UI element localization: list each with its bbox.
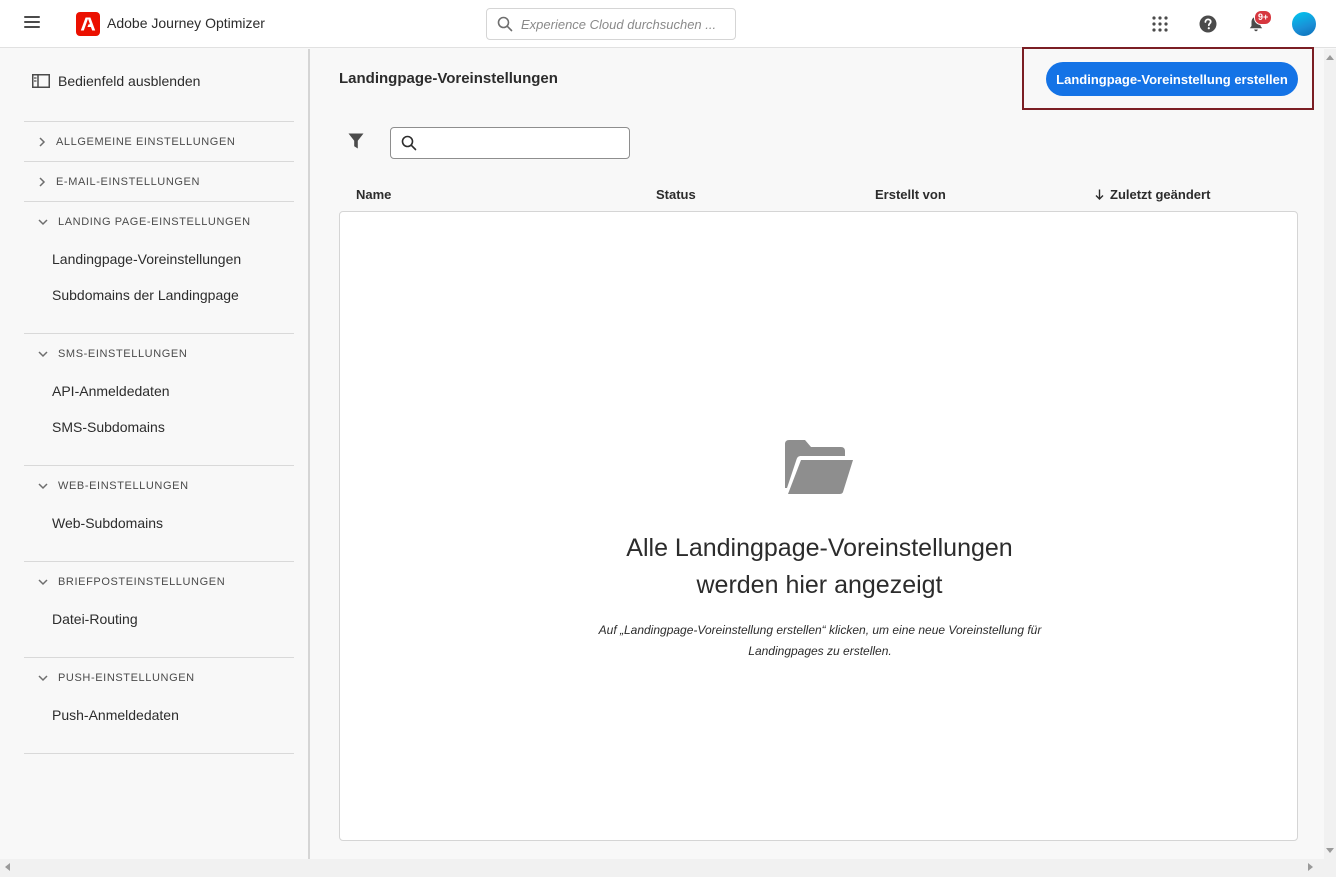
- empty-state-title-line-2: werden hier angezeigt: [696, 571, 943, 599]
- presets-table: Alle Landingpage-Voreinstellungen werden…: [339, 211, 1298, 841]
- sidebar-section-email: E-MAIL-EINSTELLUNGEN: [24, 161, 294, 201]
- section-label: ALLGEMEINE EINSTELLUNGEN: [56, 135, 236, 148]
- menu-icon[interactable]: [24, 16, 40, 32]
- list-search-input[interactable]: [425, 135, 625, 151]
- vertical-scrollbar[interactable]: [1324, 49, 1336, 859]
- chevron-down-icon: [38, 350, 48, 357]
- column-header-last-modified-label: Zuletzt geändert: [1110, 187, 1211, 202]
- search-icon: [497, 16, 513, 32]
- panel-icon: [32, 74, 50, 88]
- page-title: Landingpage-Voreinstellungen: [339, 70, 558, 87]
- chevron-down-icon: [38, 482, 48, 489]
- sidebar-divider: [24, 753, 294, 754]
- section-label: PUSH-EINSTELLUNGEN: [58, 671, 195, 684]
- section-header-general[interactable]: ALLGEMEINE EINSTELLUNGEN: [24, 122, 294, 161]
- sidebar-section-sms: SMS-EINSTELLUNGEN API-Anmeldedaten SMS-S…: [24, 333, 294, 445]
- global-search[interactable]: [486, 8, 736, 40]
- column-header-name[interactable]: Name: [356, 187, 391, 202]
- search-icon: [401, 135, 417, 151]
- sidebar-item-landingpage-presets[interactable]: Landingpage-Voreinstellungen: [24, 241, 294, 277]
- collapse-panel-button[interactable]: Bedienfeld ausblenden: [32, 73, 200, 89]
- apps-grid-icon[interactable]: [1148, 12, 1172, 36]
- column-header-status[interactable]: Status: [656, 187, 696, 202]
- sidebar-item-file-routing[interactable]: Datei-Routing: [24, 601, 294, 637]
- sidebar-item-web-subdomains[interactable]: Web-Subdomains: [24, 505, 294, 541]
- global-search-input[interactable]: [521, 16, 721, 32]
- list-search[interactable]: [390, 127, 630, 159]
- avatar[interactable]: [1292, 12, 1316, 36]
- collapse-panel-label: Bedienfeld ausblenden: [58, 73, 201, 89]
- chevron-right-icon: [39, 136, 46, 147]
- chevron-down-icon: [38, 218, 48, 225]
- column-header-last-modified[interactable]: Zuletzt geändert: [1095, 187, 1210, 202]
- main-content: Landingpage-Voreinstellungen Landingpage…: [312, 47, 1324, 859]
- empty-state-title: Alle Landingpage-Voreinstellungen werden…: [340, 530, 1299, 604]
- filter-icon[interactable]: [348, 133, 364, 155]
- adobe-logo[interactable]: [76, 12, 100, 36]
- section-label: LANDING PAGE-EINSTELLUNGEN: [58, 215, 251, 228]
- section-label: E-MAIL-EINSTELLUNGEN: [56, 175, 201, 188]
- empty-state-description-line-2: Landingpages zu erstellen.: [748, 644, 892, 658]
- section-header-push[interactable]: PUSH-EINSTELLUNGEN: [24, 658, 294, 697]
- section-header-mail[interactable]: BRIEFPOSTEINSTELLUNGEN: [24, 562, 294, 601]
- empty-state-title-line-1: Alle Landingpage-Voreinstellungen: [626, 534, 1013, 562]
- empty-state-description-line-1: Auf „Landingpage-Voreinstellung erstelle…: [598, 623, 1042, 637]
- sidebar-section-general: ALLGEMEINE EINSTELLUNGEN: [24, 121, 294, 161]
- chevron-down-icon: [38, 674, 48, 681]
- folder-open-icon: [783, 438, 855, 501]
- empty-state-description: Auf „Landingpage-Voreinstellung erstelle…: [570, 620, 1070, 662]
- sidebar-section-push: PUSH-EINSTELLUNGEN Push-Anmeldedaten: [24, 657, 294, 733]
- scroll-up-arrow-icon[interactable]: [1326, 55, 1334, 60]
- scroll-right-arrow-icon[interactable]: [1308, 863, 1313, 871]
- sidebar-item-sms-subdomains[interactable]: SMS-Subdomains: [24, 409, 294, 445]
- chevron-down-icon: [38, 578, 48, 585]
- chevron-right-icon: [39, 176, 46, 187]
- section-header-email[interactable]: E-MAIL-EINSTELLUNGEN: [24, 162, 294, 201]
- scroll-left-arrow-icon[interactable]: [5, 863, 10, 871]
- section-label: BRIEFPOSTEINSTELLUNGEN: [58, 575, 226, 588]
- sidebar-item-landingpage-subdomains[interactable]: Subdomains der Landingpage: [24, 277, 294, 313]
- section-header-sms[interactable]: SMS-EINSTELLUNGEN: [24, 334, 294, 373]
- app-title[interactable]: Adobe Journey Optimizer: [107, 15, 265, 31]
- help-icon[interactable]: [1196, 12, 1220, 36]
- horizontal-scrollbar[interactable]: [0, 859, 1336, 877]
- section-header-landing-page[interactable]: LANDING PAGE-EINSTELLUNGEN: [24, 202, 294, 241]
- sidebar-section-web: WEB-EINSTELLUNGEN Web-Subdomains: [24, 465, 294, 541]
- section-label: WEB-EINSTELLUNGEN: [58, 479, 189, 492]
- sidebar-item-push-credentials[interactable]: Push-Anmeldedaten: [24, 697, 294, 733]
- sidebar-section-mail: BRIEFPOSTEINSTELLUNGEN Datei-Routing: [24, 561, 294, 637]
- scroll-down-arrow-icon[interactable]: [1326, 848, 1334, 853]
- sidebar-item-api-credentials[interactable]: API-Anmeldedaten: [24, 373, 294, 409]
- section-header-web[interactable]: WEB-EINSTELLUNGEN: [24, 466, 294, 505]
- top-bar: Adobe Journey Optimizer 9+: [0, 0, 1336, 48]
- notification-badge: 9+: [1254, 10, 1273, 25]
- sort-arrow-down-icon: [1095, 189, 1104, 200]
- sidebar-section-landing-page: LANDING PAGE-EINSTELLUNGEN Landingpage-V…: [24, 201, 294, 313]
- column-header-created-by[interactable]: Erstellt von: [875, 187, 946, 202]
- section-label: SMS-EINSTELLUNGEN: [58, 347, 188, 360]
- sidebar: Bedienfeld ausblenden ALLGEMEINE EINSTEL…: [0, 49, 310, 859]
- create-preset-button[interactable]: Landingpage-Voreinstellung erstellen: [1046, 62, 1298, 96]
